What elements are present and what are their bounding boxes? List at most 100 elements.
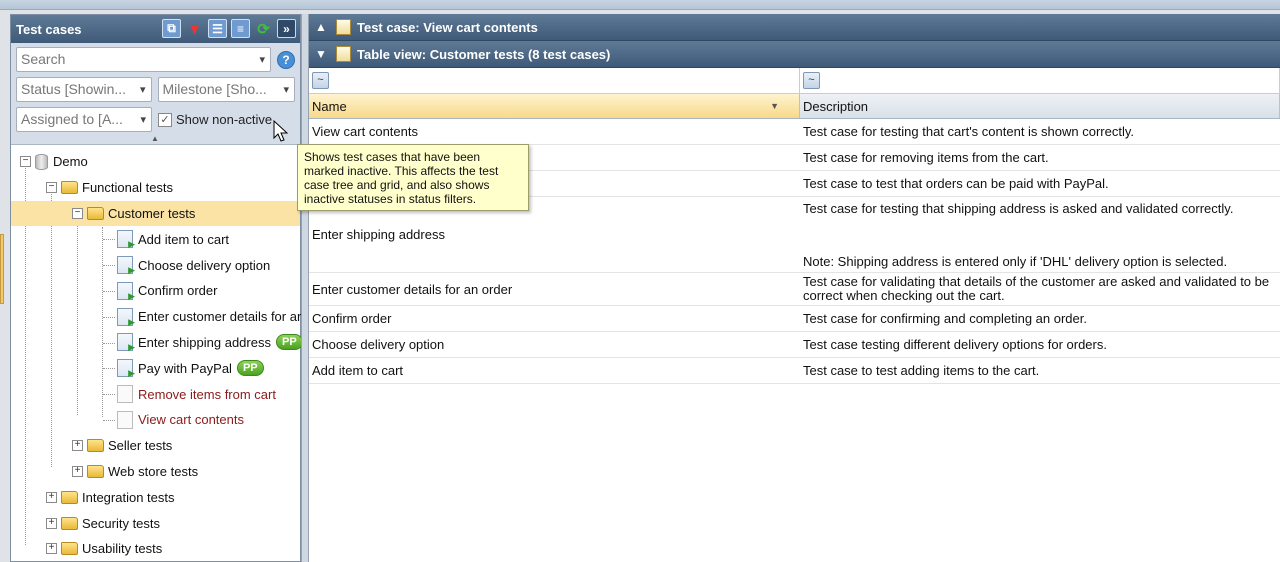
folder-icon: [61, 542, 78, 556]
tree-node-test-case[interactable]: Pay with PayPal PP: [11, 355, 300, 381]
panel-splitter[interactable]: [301, 14, 309, 562]
description-line: Test case to test that orders can be pai…: [803, 176, 1109, 191]
collapse-filters-icon[interactable]: ▲: [151, 134, 159, 143]
database-icon: [35, 153, 48, 170]
status-filter[interactable]: Status [Showin... ▾: [16, 77, 152, 102]
description-filter-button[interactable]: ~: [803, 72, 820, 89]
assigned-filter[interactable]: Assigned to [A... ▾: [16, 107, 152, 132]
description-column-header[interactable]: Description: [800, 94, 1280, 118]
collapse-icon[interactable]: −: [46, 182, 57, 194]
test-case-icon: [117, 230, 135, 250]
tree-node-security-tests[interactable]: + Security tests: [11, 510, 300, 536]
tree-node-demo[interactable]: − Demo: [11, 149, 300, 175]
description-line: Test case for testing that shipping addr…: [803, 201, 1234, 216]
collapse-panel-icon[interactable]: »: [277, 19, 296, 38]
expand-icon[interactable]: +: [46, 517, 57, 529]
description-cell: Test case to test that orders can be pai…: [800, 171, 1280, 196]
filter-icon[interactable]: ▼: [185, 19, 204, 38]
search-placeholder: Search: [21, 51, 66, 67]
test-case-bar-title: Test case: View cart contents: [357, 19, 538, 35]
tree-node-test-case-inactive[interactable]: View cart contents: [11, 407, 300, 433]
table-row[interactable]: Choose delivery option Test case testing…: [309, 332, 1280, 358]
tree-view-icon[interactable]: ☰: [208, 19, 227, 38]
refresh-icon[interactable]: ⟳: [254, 19, 273, 38]
description-cell: Test case for testing that shipping addr…: [800, 197, 1280, 272]
table-row[interactable]: Confirm order Test case for confirming a…: [309, 306, 1280, 332]
header-toolbar: ⧉ ▼ ☰ ≡ ⟳ »: [162, 19, 296, 38]
paypal-badge: PP: [236, 360, 264, 377]
copy-icon[interactable]: ⧉: [162, 19, 181, 38]
description-note: Note: Shipping address is entered only i…: [803, 254, 1228, 269]
name-column-header[interactable]: Name ▼: [309, 94, 800, 118]
panel-title: Test cases: [16, 21, 82, 37]
tree-node-label: Enter customer details for ar: [138, 309, 302, 325]
tree-node-customer-tests[interactable]: − Customer tests: [11, 200, 300, 227]
name-filter-cell: ~: [309, 68, 800, 93]
tree-node-label: Functional tests: [82, 180, 174, 196]
expand-icon[interactable]: +: [46, 491, 57, 503]
test-case-icon: [117, 281, 135, 302]
tree-node-test-case-inactive[interactable]: Remove items from cart: [11, 381, 300, 407]
tree-node-test-case[interactable]: Choose delivery option: [11, 252, 300, 278]
expand-icon[interactable]: +: [72, 440, 83, 452]
tree-node-functional-tests[interactable]: − Functional tests: [11, 175, 300, 201]
tree-node-usability-tests[interactable]: + Usability tests: [11, 536, 300, 562]
table-row[interactable]: View cart contents Test case for testing…: [309, 119, 1280, 145]
table-view-bar[interactable]: ▼ Table view: Customer tests (8 test cas…: [309, 41, 1280, 68]
expand-icon[interactable]: +: [72, 465, 83, 477]
tree-node-label: Security tests: [82, 515, 161, 531]
tree-node-seller-tests[interactable]: + Seller tests: [11, 433, 300, 459]
test-cases-header: Test cases ⧉ ▼ ☰ ≡ ⟳ »: [11, 15, 300, 43]
description-filter-cell: ~: [800, 68, 1280, 93]
table-row[interactable]: Enter customer details for an order Test…: [309, 273, 1280, 306]
tree-node-integration-tests[interactable]: + Integration tests: [11, 484, 300, 510]
expand-icon[interactable]: +: [46, 543, 57, 555]
show-non-active-toggle[interactable]: ✓ Show non-active: [158, 112, 272, 127]
window-top-strip: [0, 0, 1280, 10]
collapse-icon[interactable]: −: [20, 156, 31, 168]
chevron-down-icon: ▾: [259, 54, 265, 66]
tree-node-web-store-tests[interactable]: + Web store tests: [11, 459, 300, 485]
tree-node-label: Demo: [53, 154, 88, 170]
tree-node-label: Customer tests: [108, 205, 196, 221]
name-cell: Confirm order: [312, 311, 392, 326]
name-cell: View cart contents: [312, 124, 418, 139]
folder-icon: [87, 206, 104, 220]
chevron-down-icon[interactable]: ▼: [315, 47, 327, 61]
description-cell: Test case for removing items from the ca…: [800, 145, 1280, 170]
test-case-icon: [117, 307, 135, 328]
collapse-icon[interactable]: −: [72, 207, 83, 219]
description-line: Test case for confirming and completing …: [803, 311, 1087, 326]
column-label: Description: [803, 98, 869, 114]
table-row[interactable]: Add item to cart Test case to test addin…: [309, 358, 1280, 384]
tree-node-test-case[interactable]: Enter customer details for ar: [11, 304, 302, 330]
milestone-filter[interactable]: Milestone [Sho... ▾: [157, 77, 295, 102]
description-line: correct when checking out the cart.: [803, 288, 1005, 303]
show-non-active-checkbox[interactable]: ✓: [158, 112, 172, 127]
description-cell: Test case to test adding items to the ca…: [800, 358, 1280, 383]
folder-icon: [61, 181, 78, 195]
test-case-icon: [117, 333, 135, 353]
table-view-icon: [336, 46, 351, 62]
test-case-bar[interactable]: ▲ Test case: View cart contents: [309, 14, 1280, 41]
test-case-edit-icon: [336, 19, 351, 35]
help-icon[interactable]: ?: [277, 50, 295, 69]
tree-node-label: View cart contents: [138, 412, 244, 428]
search-input[interactable]: Search ▾: [16, 47, 271, 72]
collapsed-side-tab[interactable]: [0, 234, 4, 304]
chevron-up-icon[interactable]: ▲: [315, 20, 327, 34]
filter-area: Search ▾ ? Status [Showin... ▾ Milestone…: [11, 43, 300, 145]
test-case-icon: [117, 256, 135, 276]
tree-node-label: Web store tests: [108, 463, 199, 479]
inactive-test-case-icon: [117, 385, 133, 404]
name-filter-button[interactable]: ~: [312, 72, 329, 89]
description-cell: Test case testing different delivery opt…: [800, 332, 1280, 357]
tree-node-test-case[interactable]: Confirm order: [11, 278, 300, 304]
test-cases-panel: Test cases ⧉ ▼ ☰ ≡ ⟳ » Search ▾ ? Status…: [10, 14, 303, 562]
test-case-tree: − Demo − Functional tests − Customer tes…: [11, 145, 303, 562]
tree-node-label: Enter shipping address: [138, 334, 271, 350]
tree-node-test-case[interactable]: Add item to cart: [11, 226, 300, 252]
grid-header: Name ▼ Description: [309, 94, 1280, 119]
tree-node-test-case[interactable]: Enter shipping address PP: [11, 330, 303, 356]
list-view-icon[interactable]: ≡: [231, 19, 250, 38]
